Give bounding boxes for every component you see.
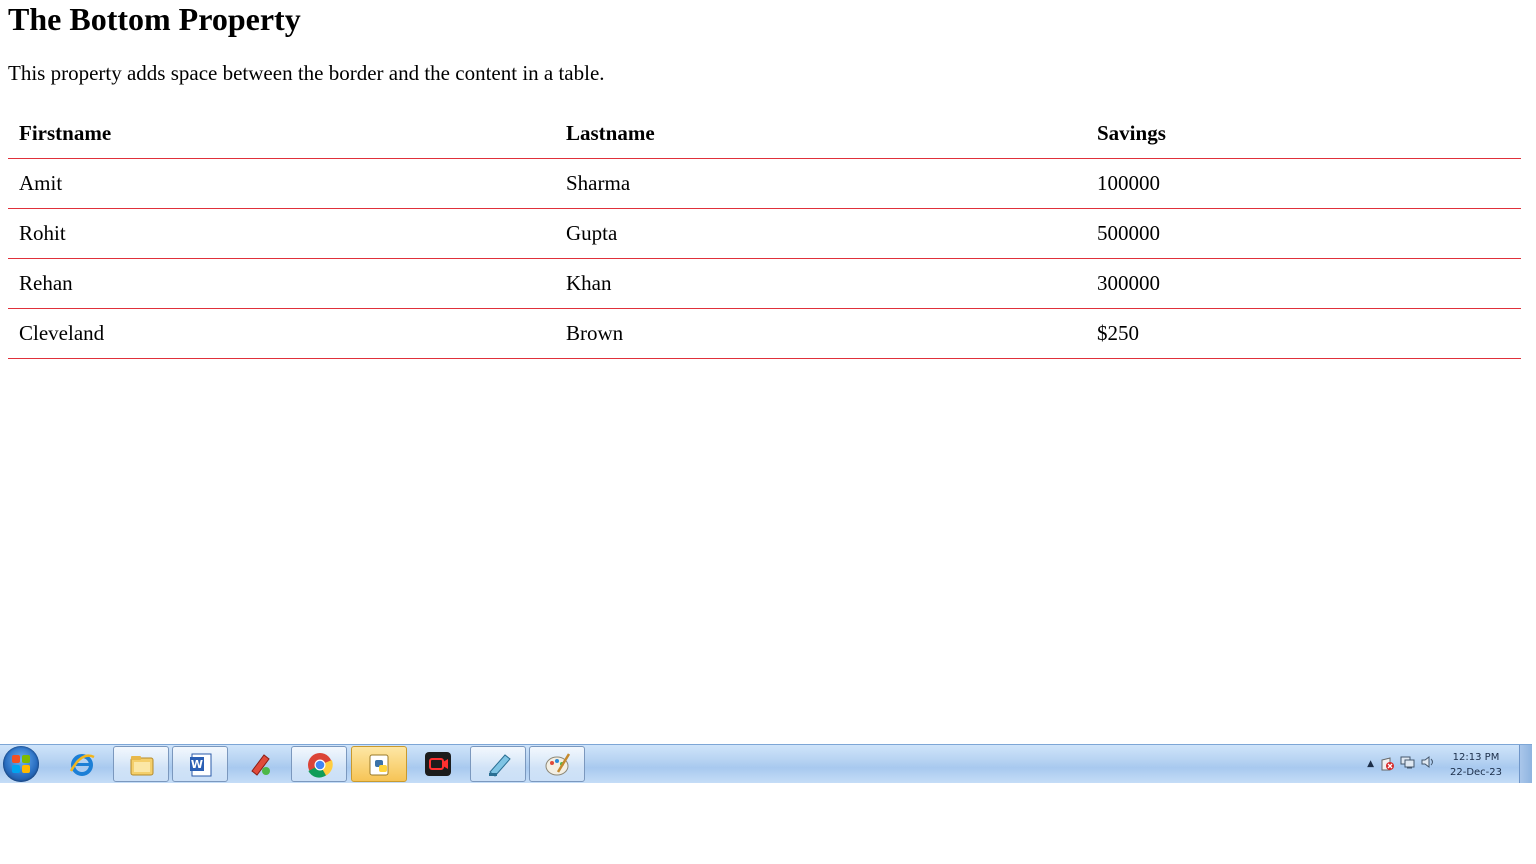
file-explorer-icon[interactable]	[113, 746, 169, 782]
cell-firstname: Amit	[8, 158, 555, 209]
cell-lastname: Brown	[555, 308, 1086, 359]
page-description: This property adds space between the bor…	[8, 61, 605, 85]
page-title: The Bottom Property	[8, 1, 301, 37]
word-icon[interactable]: W	[172, 746, 228, 782]
table-header-row: Firstname Lastname Savings	[8, 109, 1521, 159]
cell-firstname: Cleveland	[8, 308, 555, 359]
volume-icon[interactable]	[1421, 755, 1436, 774]
cell-savings: 500000	[1086, 208, 1521, 259]
header-savings: Savings	[1086, 109, 1521, 159]
header-firstname: Firstname	[8, 109, 555, 159]
system-tray: ▲	[1367, 754, 1436, 774]
internet-explorer-icon[interactable]	[54, 746, 110, 782]
show-desktop-button[interactable]	[1519, 745, 1532, 783]
page-content: The Bottom Property This property adds s…	[8, 0, 1521, 359]
clock-date: 22-Dec-23	[1449, 767, 1503, 778]
table-row: Cleveland Brown $250	[8, 308, 1521, 359]
savings-table: Firstname Lastname Savings Amit Sharma 1…	[8, 109, 1521, 359]
start-orb-icon[interactable]	[3, 746, 39, 782]
taskbar: W ▲ 12:13 PM 22-Dec-23	[0, 744, 1532, 783]
paint-icon[interactable]	[529, 746, 585, 782]
cell-savings: 100000	[1086, 158, 1521, 209]
network-icon[interactable]	[1400, 755, 1415, 774]
cell-lastname: Sharma	[555, 158, 1086, 209]
notepad-app-icon[interactable]	[470, 746, 526, 782]
table-row: Rehan Khan 300000	[8, 258, 1521, 309]
clock-time: 12:13 PM	[1452, 752, 1500, 763]
table-row: Rohit Gupta 500000	[8, 208, 1521, 259]
cell-firstname: Rohit	[8, 208, 555, 259]
cell-savings: 300000	[1086, 258, 1521, 309]
header-lastname: Lastname	[555, 109, 1086, 159]
screen-recorder-icon[interactable]	[410, 746, 466, 782]
clock[interactable]: 12:13 PM 22-Dec-23	[1446, 750, 1506, 780]
show-hidden-icons-icon[interactable]: ▲	[1367, 759, 1374, 769]
cell-firstname: Rehan	[8, 258, 555, 309]
chrome-icon[interactable]	[291, 746, 347, 782]
cell-lastname: Gupta	[555, 208, 1086, 259]
pencil-app-icon[interactable]	[232, 746, 288, 782]
svg-text:W: W	[191, 758, 203, 771]
table-row: Amit Sharma 100000	[8, 158, 1521, 209]
cell-lastname: Khan	[555, 258, 1086, 309]
action-center-icon[interactable]	[1380, 757, 1394, 771]
cell-savings: $250	[1086, 308, 1521, 359]
python-icon[interactable]	[351, 746, 407, 782]
